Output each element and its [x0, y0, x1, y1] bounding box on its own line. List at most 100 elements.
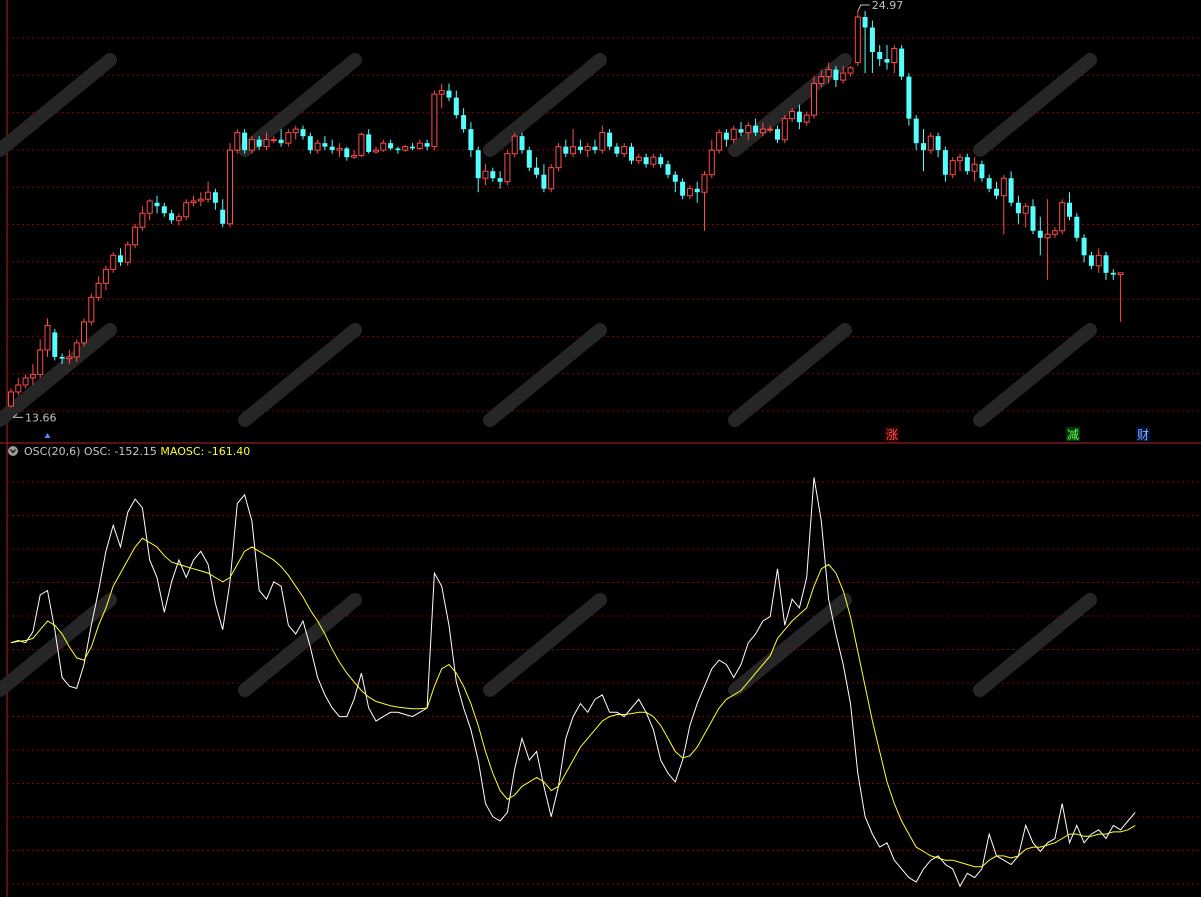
candle-body-down — [388, 143, 394, 149]
candle-body-up — [621, 146, 628, 155]
candle-body-up — [292, 128, 299, 134]
candle-body-up — [1051, 230, 1058, 235]
candle-body-up — [701, 174, 708, 193]
watermark-mark — [973, 53, 1097, 157]
candle-body-up — [818, 76, 825, 85]
candle-body-up — [767, 128, 774, 131]
candle-body-down — [118, 255, 123, 263]
high-value-label: 24.97 — [872, 0, 904, 12]
candle-body-down — [906, 76, 912, 119]
candle-body-down — [344, 148, 350, 158]
candle-body-up — [402, 146, 409, 151]
candle-body-down — [242, 132, 248, 151]
candle-body-up — [431, 93, 438, 148]
candle-body-down — [1074, 216, 1080, 238]
watermark-mark — [238, 593, 362, 697]
candle-body-down — [592, 146, 598, 151]
candle-body-up — [88, 296, 95, 323]
candle-body-down — [563, 146, 569, 154]
candle-body-down — [395, 148, 401, 151]
candle-body-down — [884, 59, 890, 63]
stock-chart-window: 24.97 13.66 涨 减 财 OSC(20,6) OSC: -152.15 MAOS… — [0, 0, 1201, 897]
event-marker[interactable]: 涨 — [886, 427, 898, 442]
candle-body-down — [1015, 202, 1021, 214]
candle-body-down — [629, 146, 634, 161]
candle-body-down — [52, 332, 58, 357]
candle-body-up — [73, 342, 80, 358]
candle-body-down — [475, 150, 481, 179]
candle-body-up — [416, 142, 423, 149]
candle-body-up — [708, 149, 715, 176]
candle-body-up — [380, 142, 387, 151]
candle-body-up — [15, 384, 22, 393]
candle-body-down — [614, 146, 620, 154]
candle-body-down — [680, 181, 686, 196]
candle-body-down — [796, 111, 802, 123]
candle-body-up — [811, 83, 817, 116]
candle-body-up — [1095, 254, 1102, 267]
indicator-menu-icon[interactable] — [8, 446, 18, 456]
candle-body-down — [256, 139, 262, 147]
candle-body-up — [234, 132, 241, 151]
candle-body-up — [1000, 177, 1007, 197]
candle-body-down — [1110, 272, 1116, 275]
candle-body-up — [373, 149, 379, 153]
candle-body-up — [847, 67, 854, 74]
event-marker[interactable]: 减 — [1067, 428, 1079, 442]
candle-body-down — [300, 129, 306, 137]
candle-body-down — [577, 146, 583, 151]
legend-maosc: MAOSC: -161.40 — [160, 445, 250, 458]
candle-body-down — [833, 69, 839, 81]
candle-body-down — [979, 164, 985, 179]
event-arrow-icon — [44, 433, 51, 438]
candle-body-down — [541, 174, 547, 189]
candle-body-down — [935, 136, 941, 151]
candle-body-down — [862, 17, 868, 28]
candle-body-down — [942, 150, 948, 175]
candle-body-up — [789, 111, 796, 120]
candle-body-down — [278, 139, 284, 144]
watermark-mark — [238, 53, 362, 157]
candle-body-down — [410, 146, 415, 149]
candle-body-up — [438, 90, 445, 95]
candle-body-up — [8, 391, 14, 407]
candle-body-down — [534, 167, 540, 175]
chart-canvas: 24.97 13.66 涨 减 财 OSC(20,6) OSC: -152.15 MAOS… — [0, 0, 1201, 897]
candle-body-down — [753, 125, 759, 133]
candle-body-up — [95, 282, 102, 298]
candle-body-down — [307, 136, 313, 151]
candle-body-up — [1044, 233, 1051, 239]
indicator-title: OSC(20,6) — [24, 445, 84, 458]
candle-body-down — [169, 213, 175, 221]
candle-body-down — [1008, 178, 1014, 203]
candle-body-up — [124, 244, 131, 263]
candle-body-up — [314, 142, 321, 151]
candle-body-down — [643, 157, 649, 165]
candle-body-down — [899, 48, 905, 77]
candle-body-up — [504, 153, 511, 183]
osc-legend: OSC(20,6) OSC: -152.15 MAOSC: -161.40 — [24, 445, 250, 458]
candle-body-up — [686, 188, 693, 197]
candle-body-up — [175, 216, 182, 221]
candle-body-down — [658, 157, 664, 165]
event-marker[interactable]: 财 — [1137, 428, 1149, 442]
candle-body-down — [366, 134, 372, 152]
candle-body-up — [358, 133, 365, 156]
candle-body-up — [555, 146, 562, 169]
candle-body-up — [971, 163, 978, 172]
candle-body-up — [840, 72, 847, 81]
candle-body-down — [468, 129, 474, 151]
osc-line — [10, 477, 1136, 888]
candle-body-down — [1037, 230, 1043, 238]
candle-body-up — [132, 226, 139, 246]
watermark-mark — [483, 593, 607, 697]
candle-body-down — [869, 27, 875, 53]
candle-body-up — [44, 324, 51, 351]
candle-body-down — [1088, 255, 1094, 266]
high-pointer — [857, 4, 870, 12]
candle-body-down — [694, 188, 700, 193]
candle-body-up — [854, 16, 861, 64]
candle-body-up — [548, 167, 555, 190]
candle-body-up — [1022, 205, 1029, 214]
candle-body-down — [59, 356, 65, 359]
